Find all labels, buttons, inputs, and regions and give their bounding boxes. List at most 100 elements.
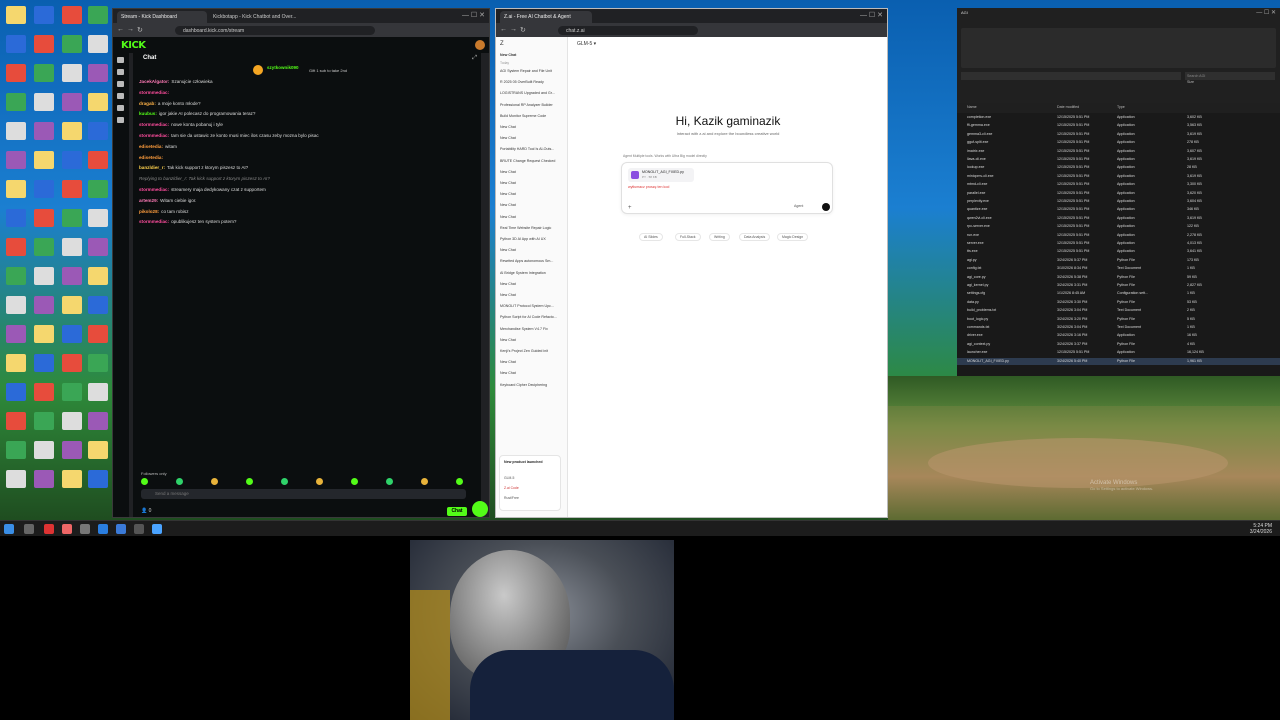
desktop-file-icon[interactable] <box>88 180 108 198</box>
settings-icon[interactable] <box>117 117 124 123</box>
chat-username[interactable]: pikolo28: <box>139 209 159 214</box>
file-row[interactable]: agi_kernel.py 3/24/2026 3:31 PM Python Fil… <box>957 282 1280 290</box>
desktop-file-icon[interactable] <box>34 35 54 53</box>
desktop-file-icon[interactable] <box>62 325 82 343</box>
chat-username[interactable]: edisetedia: <box>139 155 163 160</box>
desktop-file-icon[interactable] <box>34 209 54 227</box>
chat-input[interactable]: Send a message <box>141 489 466 499</box>
file-row[interactable]: minicpmv-cli.exe 12/15/2025 5:51 PM Applic… <box>957 173 1280 181</box>
desktop-file-icon[interactable] <box>34 354 54 372</box>
desktop-file-icon[interactable] <box>62 180 82 198</box>
desktop-file-icon[interactable] <box>34 267 54 285</box>
desktop-file-icon[interactable] <box>62 238 82 256</box>
address-bar[interactable] <box>961 72 1181 80</box>
emote-icon[interactable] <box>246 478 253 485</box>
desktop-file-icon[interactable] <box>34 122 54 140</box>
popout-icon[interactable]: ⤢ <box>472 55 477 62</box>
chat-history-item[interactable]: Professional RP Analyzer Builder <box>500 103 553 107</box>
chat-history-item[interactable]: New Chat <box>500 360 516 364</box>
desktop-file-icon[interactable] <box>62 151 82 169</box>
file-row[interactable]: parallel.exe 12/15/2025 5:51 PM Applicatio… <box>957 190 1280 198</box>
desktop-file-icon[interactable] <box>88 238 108 256</box>
file-row[interactable]: launcher.exe 12/15/2025 5:51 PM Applicatio… <box>957 349 1280 357</box>
chat-history-item[interactable]: Portability HARD Tool Is AI-Outs... <box>500 147 554 151</box>
desktop-file-icon[interactable] <box>62 296 82 314</box>
desktop-file-icon[interactable] <box>88 151 108 169</box>
system-clock[interactable]: 5:24 PM 3/24/2026 <box>1250 523 1272 535</box>
add-attachment-icon[interactable]: + <box>628 205 632 211</box>
desktop-file-icon[interactable] <box>6 383 26 401</box>
desktop-file-icon[interactable] <box>62 64 82 82</box>
desktop-file-icon[interactable] <box>6 267 26 285</box>
desktop-file-icon[interactable] <box>62 470 82 488</box>
chat-username[interactable]: stormmediac: <box>139 90 169 95</box>
file-row[interactable]: MONOLIT_AGI_FIXED.py 3/24/2026 5:40 PM Pyt… <box>957 357 1280 366</box>
back-icon[interactable]: ← <box>117 26 124 33</box>
file-row[interactable]: settings.cfg 1/1/2026 8:45 AM Configuratio… <box>957 290 1280 298</box>
desktop-file-icon[interactable] <box>62 267 82 285</box>
file-row[interactable]: data.py 3/24/2026 3:30 PM Python File 53 KB <box>957 299 1280 307</box>
file-row[interactable]: perplexity.exe 12/15/2025 5:51 PM Applicat… <box>957 198 1280 206</box>
address-input[interactable]: chat.z.ai <box>558 26 698 35</box>
file-row[interactable]: gemma3-cli.exe 12/15/2025 5:51 PM Applicat… <box>957 131 1280 139</box>
desktop-file-icon[interactable] <box>62 93 82 111</box>
model-selector[interactable]: GLM-5 ▾ <box>577 41 596 47</box>
desktop-file-icon[interactable] <box>88 64 108 82</box>
agent-toggle[interactable]: Agent <box>794 204 803 208</box>
desktop-file-icon[interactable] <box>6 325 26 343</box>
back-icon[interactable]: ← <box>500 26 507 33</box>
chat-history-item[interactable]: R 2025 05 OverBuilt Ready <box>500 80 544 84</box>
desktop-file-icon[interactable] <box>6 354 26 372</box>
home-icon[interactable] <box>117 57 124 63</box>
window-controls[interactable]: — ☐ ✕ <box>860 11 883 19</box>
chat-username[interactable]: edisetedia: <box>139 144 163 149</box>
file-row[interactable]: completion.exe 12/15/2025 5:51 PM Applicat… <box>957 114 1280 122</box>
brave-browser-icon[interactable] <box>44 524 54 534</box>
chat-history-item[interactable]: New Chat <box>500 170 516 174</box>
attached-file[interactable]: MONOLIT_AGI_FIXED.py PY · 58 KB <box>628 168 694 182</box>
tab-kick-dashboard[interactable]: Stream - Kick Dashboard <box>117 11 207 23</box>
desktop-file-icon[interactable] <box>88 209 108 227</box>
col-name[interactable]: Name <box>967 105 977 109</box>
file-row[interactable]: agi_context.py 3/24/2026 3:37 PM Python Fi… <box>957 341 1280 349</box>
file-row[interactable]: tts.exe 12/15/2025 5:51 PM Application 3,64… <box>957 248 1280 256</box>
promo-item-1[interactable]: GLM-5 <box>504 476 514 480</box>
desktop-file-icon[interactable] <box>62 383 82 401</box>
app-icon[interactable] <box>80 524 90 534</box>
chat-username[interactable]: banzldier_r: <box>139 165 165 170</box>
chat-history-item[interactable]: New Chat <box>500 215 516 219</box>
chat-username[interactable]: stormmediac: <box>139 219 169 224</box>
desktop-file-icon[interactable] <box>6 93 26 111</box>
file-row[interactable]: lookup.exe 12/15/2025 5:51 PM Application 2… <box>957 164 1280 172</box>
file-row[interactable]: imatrix.exe 12/15/2025 5:51 PM Application… <box>957 148 1280 156</box>
chat-history-item[interactable]: New Chat <box>500 293 516 297</box>
file-row[interactable]: agi_core.py 3/24/2026 5:38 PM Python File 5… <box>957 274 1280 282</box>
desktop-file-icon[interactable] <box>62 6 82 24</box>
tab-zai[interactable]: Z.ai - Free AI Chatbot & Agent <box>500 11 592 23</box>
address-input[interactable]: dashboard.kick.com/stream <box>175 26 375 35</box>
chat-history-item[interactable]: New Chat <box>500 338 516 342</box>
chat-history-item[interactable]: Python 3D AI App with AI UX <box>500 237 546 241</box>
app-icon[interactable] <box>98 524 108 534</box>
desktop-file-icon[interactable] <box>34 238 54 256</box>
chat-username[interactable]: artem29: <box>139 198 158 203</box>
desktop-file-icon[interactable] <box>6 296 26 314</box>
desktop-file-icon[interactable] <box>6 470 26 488</box>
desktop-file-icon[interactable] <box>88 383 108 401</box>
col-type[interactable]: Type <box>1117 105 1125 109</box>
file-row[interactable]: qwen2vl-cli.exe 12/15/2025 5:51 PM Applica… <box>957 215 1280 223</box>
chat-username[interactable]: JacekAlgator: <box>139 79 169 84</box>
search-box[interactable]: Search AGI <box>1185 72 1275 80</box>
emote-icon[interactable] <box>281 478 288 485</box>
desktop-file-icon[interactable] <box>62 209 82 227</box>
desktop-file-icon[interactable] <box>34 6 54 24</box>
desktop-file-icon[interactable] <box>34 470 54 488</box>
forward-icon[interactable]: → <box>510 26 517 33</box>
chat-username[interactable]: stormmediac: <box>139 133 169 138</box>
community-icon[interactable] <box>117 93 124 99</box>
prompt-input-box[interactable]: MONOLIT_AGI_FIXED.py PY · 58 KB wytłumac… <box>621 162 833 214</box>
desktop-file-icon[interactable] <box>6 122 26 140</box>
file-row[interactable]: commands.txt 3/24/2026 3:04 PM Text Docume… <box>957 324 1280 332</box>
chat-history-item[interactable]: Build Monitor Supreme Code <box>500 114 546 118</box>
promo-item-2[interactable]: Z.ai Code <box>504 486 519 490</box>
